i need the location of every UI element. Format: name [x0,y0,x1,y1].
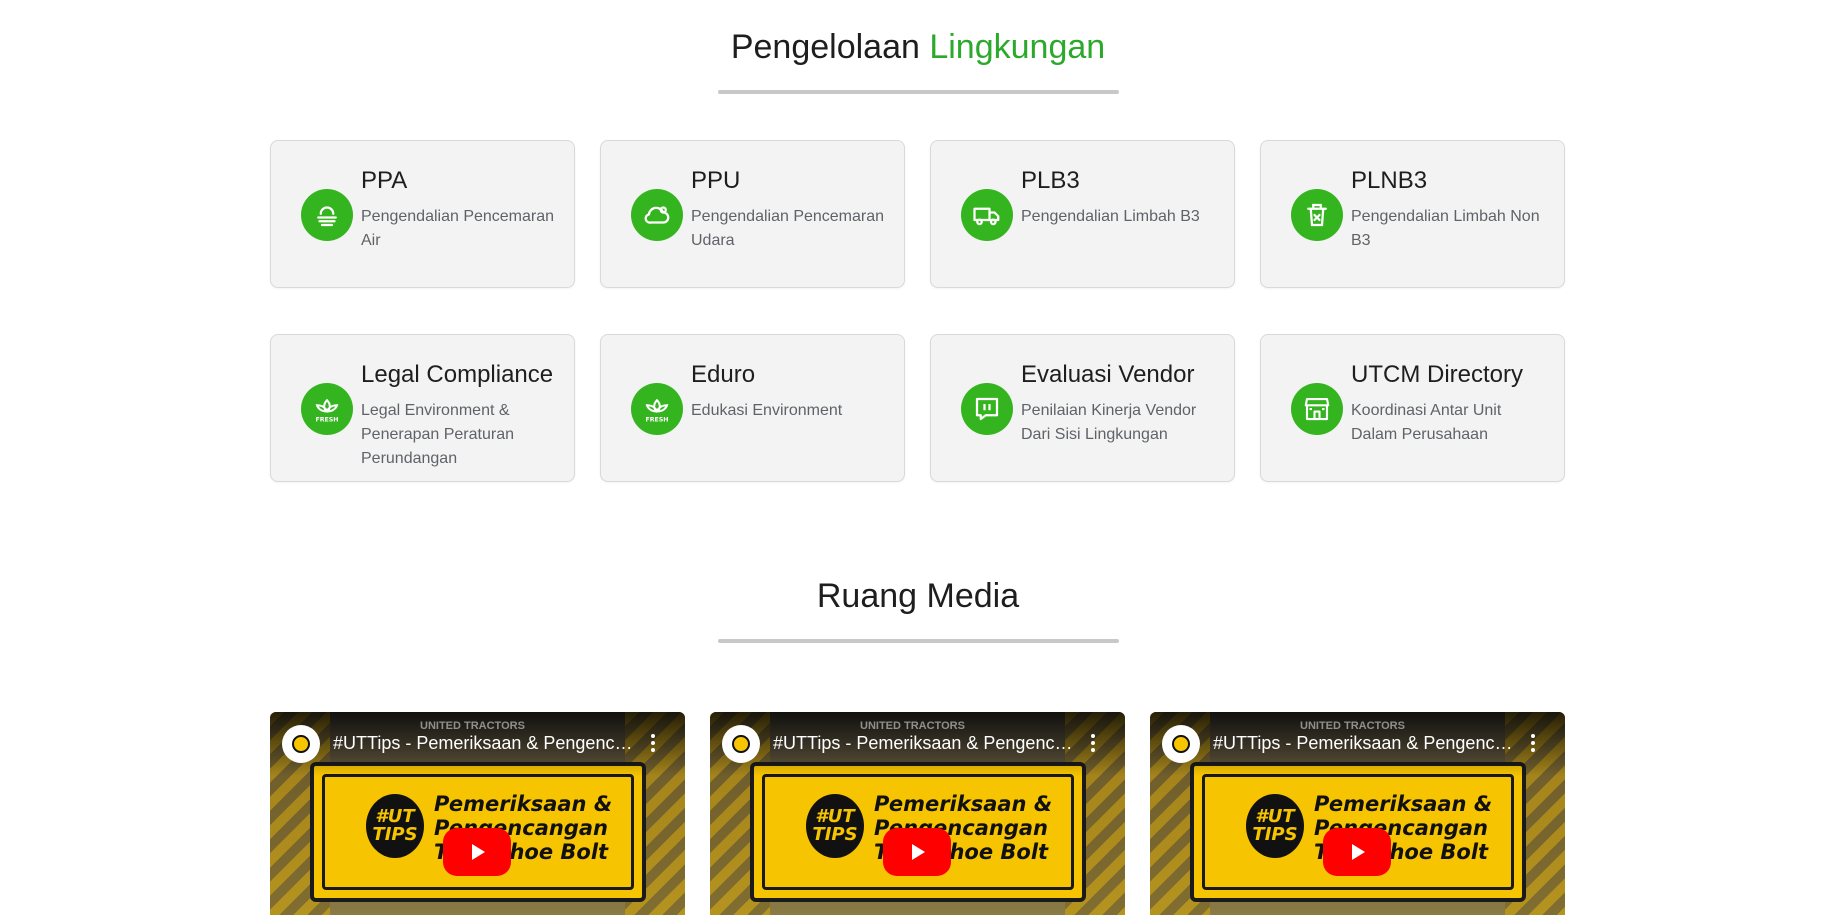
svg-text:FRESH: FRESH [645,417,668,424]
card-title: Eduro [691,361,756,388]
card-ppa[interactable]: PPA Pengendalian Pencemaran Air [270,140,575,288]
card-plb3[interactable]: PLB3 Pengendalian Limbah B3 [930,140,1235,288]
card-title: Evaluasi Vendor [1021,361,1195,388]
play-icon [1352,844,1365,860]
play-icon [912,844,925,860]
video-title[interactable]: #UTTips - Pemeriksaan & Pengencangan Tra… [333,733,633,754]
play-button[interactable] [883,828,951,876]
card-description: Koordinasi Antar Unit Dalam Perusahaan [1351,402,1502,443]
more-options-icon[interactable] [1531,734,1535,752]
card-description: Pengendalian Limbah B3 [1021,208,1200,225]
play-button[interactable] [1323,828,1391,876]
ut-tips-badge: #UT TIPS [366,794,424,858]
card-description: Pengendalian Limbah Non B3 [1351,208,1540,249]
fresh-leaf-icon: FRESH [631,383,683,435]
card-eduro[interactable]: FRESH Eduro Edukasi Environment [600,334,905,482]
ut-tips-badge: #UT TIPS [1246,794,1304,858]
more-options-icon[interactable] [1091,734,1095,752]
card-title: UTCM Directory [1351,361,1523,388]
video-title[interactable]: #UTTips - Pemeriksaan & Pengencangan Tra… [773,733,1073,754]
card-description: Legal Environment & Penerapan Peraturan … [361,402,514,467]
card-description: Penilaian Kinerja Vendor Dari Sisi Lingk… [1021,402,1197,443]
svg-text:FRESH: FRESH [315,417,338,424]
ut-tips-badge: #UT TIPS [806,794,864,858]
chat-box-icon [961,383,1013,435]
title-prefix: Pengelolaan [730,28,920,66]
more-options-icon[interactable] [651,734,655,752]
card-description: Pengendalian Pencemaran Udara [691,208,885,249]
media-section-title: Ruang Media [816,577,1020,615]
brand-watermark: UNITED TRACTORS [860,720,965,732]
card-title: PPU [691,167,741,194]
card-title: PPA [361,167,408,194]
title-underline [718,90,1119,94]
environment-section-title: Pengelolaan Lingkungan [0,28,1836,67]
card-evaluasi-vendor[interactable]: Evaluasi Vendor Penilaian Kinerja Vendor… [930,334,1235,482]
card-title: PLB3 [1021,167,1080,194]
brand-watermark: UNITED TRACTORS [420,720,525,732]
cloud-icon [631,189,683,241]
video-embed[interactable]: #UT TIPS Pemeriksaan & Pengencangan Trac… [270,712,685,915]
video-title[interactable]: #UTTips - Pemeriksaan & Pengencangan Tra… [1213,733,1513,754]
card-title: PLNB3 [1351,167,1428,194]
card-description: Edukasi Environment [691,402,843,419]
store-icon [1291,383,1343,435]
brand-watermark: UNITED TRACTORS [1300,720,1405,732]
video-embed[interactable]: #UT TIPS Pemeriksaan & Pengencangan Trac… [1150,712,1565,915]
water-cloud-icon [301,189,353,241]
card-title: Legal Compliance [361,361,554,388]
channel-avatar[interactable] [1162,725,1200,763]
card-ppu[interactable]: PPU Pengendalian Pencemaran Udara [600,140,905,288]
channel-avatar[interactable] [722,725,760,763]
trash-icon [1291,189,1343,241]
fresh-leaf-icon: FRESH [301,383,353,435]
card-legal-compliance[interactable]: FRESH Legal Compliance Legal Environment… [270,334,575,482]
play-button[interactable] [443,828,511,876]
card-description: Pengendalian Pencemaran Air [361,208,555,249]
title-accent: Lingkungan [929,28,1106,66]
video-embed[interactable]: #UT TIPS Pemeriksaan & Pengencangan Trac… [710,712,1125,915]
card-utcm-directory[interactable]: UTCM Directory Koordinasi Antar Unit Dal… [1260,334,1565,482]
truck-icon [961,189,1013,241]
title-underline [718,639,1119,643]
play-icon [472,844,485,860]
channel-avatar[interactable] [282,725,320,763]
card-plnb3[interactable]: PLNB3 Pengendalian Limbah Non B3 [1260,140,1565,288]
